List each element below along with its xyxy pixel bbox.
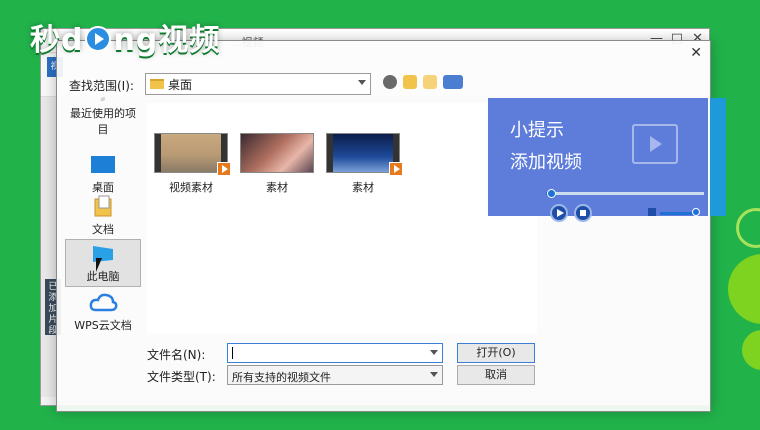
chevron-down-icon — [430, 372, 438, 377]
tip-title: 小提示 — [510, 120, 564, 141]
tip-accent-bar — [710, 98, 726, 216]
filename-input[interactable] — [227, 343, 443, 363]
place-label: 文档 — [92, 223, 114, 236]
chevron-down-icon — [358, 80, 366, 85]
recent-items-icon — [100, 97, 106, 101]
stop-button[interactable] — [574, 204, 592, 222]
deco-ring — [736, 208, 760, 248]
logo-text-start: 秒d — [30, 23, 84, 58]
place-wps-cloud[interactable]: WPS云文档 — [65, 287, 141, 335]
place-label: 此电脑 — [86, 270, 120, 283]
filetype-label: 文件类型(T): — [147, 370, 216, 384]
folder-icon — [150, 79, 164, 89]
text-caret — [232, 347, 233, 359]
volume-slider[interactable] — [660, 212, 696, 215]
video-file-icon — [389, 162, 403, 176]
open-button[interactable]: 打开(O) — [457, 343, 535, 363]
place-recent-items[interactable]: 最近使用的项目 — [65, 97, 141, 139]
filetype-value: 所有支持的视频文件 — [232, 371, 331, 384]
place-label: 最近使用的项目 — [70, 107, 136, 136]
channel-logo: 秒d ng视频 — [30, 14, 220, 60]
view-menu-icon[interactable] — [443, 75, 463, 89]
look-in-label: 查找范围(I): — [69, 79, 134, 93]
video-icon — [632, 124, 678, 164]
volume-icon[interactable] — [648, 208, 656, 216]
look-in-dropdown[interactable]: 桌面 — [145, 73, 371, 95]
file-list: 视频素材 素材 素材 — [147, 103, 537, 333]
mouse-cursor — [96, 258, 102, 272]
up-folder-icon[interactable] — [403, 75, 417, 89]
tip-text: 添加视频 — [510, 152, 582, 173]
file-name: 素材 — [266, 181, 288, 194]
video-file-icon — [217, 162, 231, 176]
desktop-icon — [91, 156, 115, 173]
deco-circle — [728, 254, 760, 324]
cancel-button[interactable]: 取消 — [457, 365, 535, 385]
video-thumbnail — [326, 133, 403, 176]
film-strip — [327, 134, 333, 172]
deco-circle — [742, 330, 760, 370]
volume-handle[interactable] — [692, 208, 700, 216]
place-label: WPS云文档 — [74, 319, 132, 332]
place-this-pc[interactable]: 此电脑 — [65, 239, 141, 287]
file-item[interactable]: 视频素材 — [151, 133, 231, 195]
nav-toolbar — [383, 75, 463, 89]
place-documents[interactable]: 文档 — [65, 191, 141, 239]
open-file-dialog: ✕ 查找范围(I): 桌面 最近使用的项目 桌面 文档 此电脑 WPS云文档 视… — [56, 40, 711, 412]
image-thumbnail — [240, 133, 314, 173]
logo-text-end: ng视频 — [113, 23, 221, 58]
file-name: 视频素材 — [169, 181, 213, 194]
play-button[interactable] — [550, 204, 568, 222]
chevron-down-icon — [430, 350, 438, 355]
back-icon[interactable] — [383, 75, 397, 89]
progress-bar[interactable] — [546, 189, 704, 198]
wps-cloud-icon — [89, 293, 118, 312]
progress-handle[interactable] — [547, 189, 557, 198]
preview-player — [540, 186, 710, 226]
video-thumbnail — [154, 133, 231, 176]
documents-icon — [94, 195, 112, 217]
look-in-value: 桌面 — [168, 77, 193, 92]
file-item[interactable]: 素材 — [237, 133, 317, 195]
this-pc-icon — [93, 246, 113, 262]
place-desktop[interactable]: 桌面 — [65, 149, 141, 197]
dialog-close-button[interactable]: ✕ — [690, 45, 702, 61]
filename-label: 文件名(N): — [147, 348, 206, 362]
file-item[interactable]: 素材 — [323, 133, 403, 195]
play-icon — [85, 26, 112, 52]
filetype-select[interactable]: 所有支持的视频文件 — [227, 365, 443, 385]
new-folder-icon[interactable] — [423, 75, 437, 89]
film-strip — [155, 134, 161, 172]
file-name: 素材 — [352, 181, 374, 194]
